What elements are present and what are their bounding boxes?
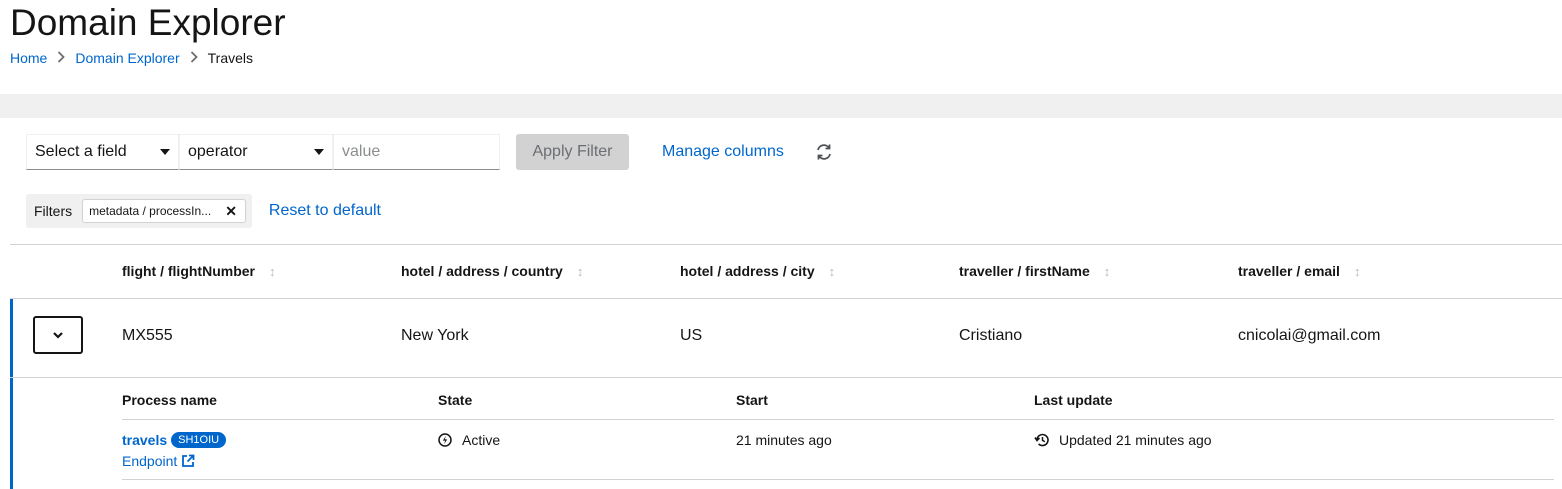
column-header-label: flight / flightNumber xyxy=(122,263,255,279)
table-cell: MX555 xyxy=(122,327,173,344)
filter-chips: Filters metadata / processIn... ✕ Reset … xyxy=(26,194,381,228)
chip-group: Filters metadata / processIn... ✕ xyxy=(26,194,252,228)
filter-chip: metadata / processIn... ✕ xyxy=(82,199,246,223)
start-cell: 21 minutes ago xyxy=(736,432,832,448)
close-icon[interactable]: ✕ xyxy=(225,204,237,218)
page-title: Domain Explorer xyxy=(10,2,286,43)
field-select[interactable]: Select a field xyxy=(26,134,179,170)
caret-down-icon xyxy=(160,149,170,155)
filter-toolbar: Select a field operator Apply Filter Man… xyxy=(26,134,833,170)
sync-icon[interactable] xyxy=(815,143,833,161)
breadcrumb-domain-explorer[interactable]: Domain Explorer xyxy=(75,50,179,66)
process-column-header: Process name xyxy=(122,392,217,408)
process-id-badge: SH1OIU xyxy=(171,432,227,448)
domain-card: Select a field operator Apply Filter Man… xyxy=(10,118,1562,489)
sort-icon[interactable]: ↕ xyxy=(829,264,836,279)
operator-select[interactable]: operator xyxy=(179,134,333,170)
active-state-icon xyxy=(438,433,452,447)
table-cell: New York xyxy=(401,327,469,344)
chip-group-label: Filters xyxy=(34,203,73,219)
apply-filter-button[interactable]: Apply Filter xyxy=(516,134,629,170)
endpoint-link[interactable]: Endpoint xyxy=(122,453,195,469)
page-header: Domain Explorer Home Domain Explorer Tra… xyxy=(0,0,1562,94)
expand-toggle-button[interactable] xyxy=(33,316,83,354)
process-table-header: Process name State Start Last update xyxy=(122,378,1554,420)
state-label: Active xyxy=(462,432,501,448)
data-table: flight / flightNumber ↕ hotel / address /… xyxy=(10,244,1562,489)
reset-to-default-button[interactable]: Reset to default xyxy=(269,202,381,220)
external-link-icon xyxy=(182,454,195,467)
column-header-label: traveller / email xyxy=(1238,263,1340,279)
endpoint-label: Endpoint xyxy=(122,453,178,469)
sort-icon[interactable]: ↕ xyxy=(1354,264,1361,279)
process-link[interactable]: travels xyxy=(122,432,167,448)
column-header-label: hotel / address / country xyxy=(401,263,563,279)
chevron-right-icon xyxy=(57,50,66,66)
operator-select-label: operator xyxy=(188,143,248,160)
sort-icon[interactable]: ↕ xyxy=(577,264,584,279)
chevron-right-icon xyxy=(190,50,198,66)
process-column-header: State xyxy=(438,392,473,408)
process-row: travels SH1OIU Endpoint Active 21 minute… xyxy=(122,420,1554,480)
state-cell: Active xyxy=(438,432,500,448)
column-header[interactable]: hotel / address / city ↕ xyxy=(680,263,835,279)
column-header-label: traveller / firstName xyxy=(959,263,1090,279)
sort-icon[interactable]: ↕ xyxy=(1104,264,1111,279)
history-icon xyxy=(1034,433,1049,447)
column-header[interactable]: flight / flightNumber ↕ xyxy=(122,263,275,279)
table-cell: US xyxy=(680,327,703,344)
last-update-label: Updated 21 minutes ago xyxy=(1059,432,1212,448)
process-column-header: Start xyxy=(736,392,768,408)
page-section-divider xyxy=(0,94,1562,118)
expanded-row-content: Process name State Start Last update tra… xyxy=(10,378,1562,489)
process-name-cell: travels SH1OIU xyxy=(122,432,227,448)
sort-icon[interactable]: ↕ xyxy=(269,264,276,279)
column-header-label: hotel / address / city xyxy=(680,263,815,279)
column-header[interactable]: traveller / firstName ↕ xyxy=(959,263,1110,279)
manage-columns-button[interactable]: Manage columns xyxy=(662,143,784,161)
breadcrumb: Home Domain Explorer Travels xyxy=(10,50,253,66)
table-cell: Cristiano xyxy=(959,327,1023,344)
table-row: MX555 New York US Cristiano cnicolai@gma… xyxy=(10,299,1562,378)
field-select-label: Select a field xyxy=(35,143,127,160)
caret-down-icon xyxy=(314,149,324,155)
chevron-down-icon xyxy=(53,332,63,339)
breadcrumb-home[interactable]: Home xyxy=(10,50,47,66)
last-update-cell: Updated 21 minutes ago xyxy=(1034,432,1212,448)
table-cell: cnicolai@gmail.com xyxy=(1238,327,1381,344)
column-header[interactable]: hotel / address / country ↕ xyxy=(401,263,583,279)
value-input[interactable] xyxy=(333,134,500,170)
table-header: flight / flightNumber ↕ hotel / address /… xyxy=(10,244,1562,299)
breadcrumb-current: Travels xyxy=(207,50,254,66)
column-header[interactable]: traveller / email ↕ xyxy=(1238,263,1360,279)
filter-chip-label: metadata / processIn... xyxy=(89,204,212,218)
process-column-header: Last update xyxy=(1034,392,1113,408)
